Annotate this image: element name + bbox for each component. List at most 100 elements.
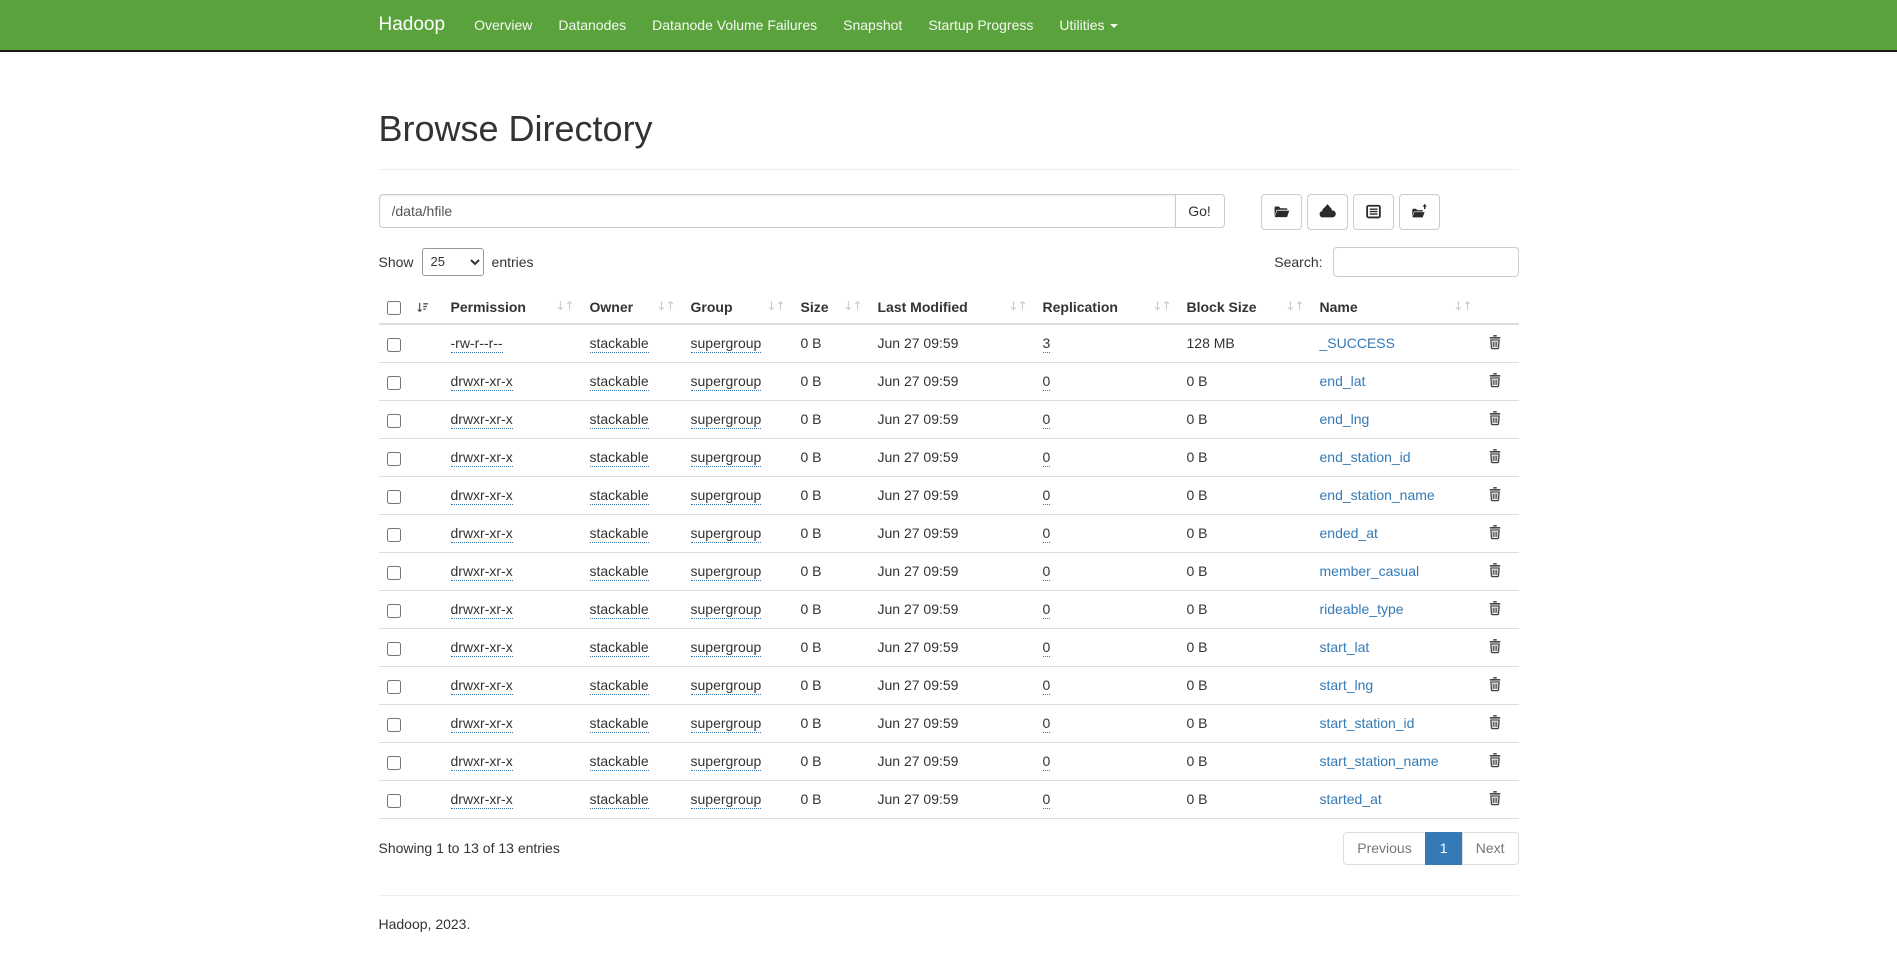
delete-button[interactable] <box>1488 638 1502 654</box>
file-name-link[interactable]: end_lng <box>1320 411 1370 427</box>
row-checkbox[interactable] <box>387 376 401 390</box>
pagination-previous-button[interactable]: Previous <box>1343 832 1425 865</box>
owner-value[interactable]: stackable <box>590 791 649 809</box>
replication-value[interactable]: 0 <box>1043 601 1051 619</box>
group-value[interactable]: supergroup <box>691 335 762 353</box>
row-checkbox[interactable] <box>387 642 401 656</box>
delete-button[interactable] <box>1488 524 1502 540</box>
go-button[interactable]: Go! <box>1175 194 1225 228</box>
column-header-owner[interactable]: Owner↓↑ <box>582 291 683 324</box>
column-header-replication[interactable]: Replication↓↑ <box>1035 291 1179 324</box>
delete-button[interactable] <box>1488 752 1502 768</box>
file-name-link[interactable]: started_at <box>1320 791 1382 807</box>
delete-button[interactable] <box>1488 372 1502 388</box>
delete-button[interactable] <box>1488 600 1502 616</box>
column-header-name[interactable]: Name↓↑ <box>1312 291 1480 324</box>
replication-value[interactable]: 0 <box>1043 677 1051 695</box>
file-name-link[interactable]: start_station_id <box>1320 715 1415 731</box>
replication-value[interactable]: 0 <box>1043 487 1051 505</box>
row-checkbox[interactable] <box>387 718 401 732</box>
select-all-checkbox[interactable] <box>387 301 401 315</box>
delete-button[interactable] <box>1488 410 1502 426</box>
file-name-link[interactable]: start_lat <box>1320 639 1370 655</box>
column-header-group[interactable]: Group↓↑ <box>683 291 793 324</box>
replication-value[interactable]: 0 <box>1043 449 1051 467</box>
owner-value[interactable]: stackable <box>590 753 649 771</box>
permission-value[interactable]: drwxr-xr-x <box>451 411 513 429</box>
delete-button[interactable] <box>1488 448 1502 464</box>
nav-item-snapshot[interactable]: Snapshot <box>830 1 915 49</box>
replication-value[interactable]: 0 <box>1043 373 1051 391</box>
owner-value[interactable]: stackable <box>590 715 649 733</box>
create-directory-button[interactable] <box>1261 194 1302 230</box>
permission-value[interactable]: drwxr-xr-x <box>451 373 513 391</box>
row-checkbox[interactable] <box>387 528 401 542</box>
group-value[interactable]: supergroup <box>691 715 762 733</box>
nav-item-datanode-volume-failures[interactable]: Datanode Volume Failures <box>639 1 830 49</box>
permission-value[interactable]: drwxr-xr-x <box>451 639 513 657</box>
pagination-next-button[interactable]: Next <box>1462 832 1519 865</box>
delete-button[interactable] <box>1488 790 1502 806</box>
nav-item-datanodes[interactable]: Datanodes <box>545 1 639 49</box>
permission-value[interactable]: drwxr-xr-x <box>451 449 513 467</box>
replication-value[interactable]: 3 <box>1043 335 1051 353</box>
permission-value[interactable]: drwxr-xr-x <box>451 791 513 809</box>
row-checkbox[interactable] <box>387 756 401 770</box>
permission-value[interactable]: drwxr-xr-x <box>451 601 513 619</box>
file-name-link[interactable]: end_station_name <box>1320 487 1435 503</box>
row-checkbox[interactable] <box>387 794 401 808</box>
group-value[interactable]: supergroup <box>691 487 762 505</box>
file-name-link[interactable]: ended_at <box>1320 525 1378 541</box>
file-name-link[interactable]: start_station_name <box>1320 753 1439 769</box>
upload-files-button[interactable] <box>1307 194 1348 230</box>
permission-value[interactable]: -rw-r--r-- <box>451 335 503 353</box>
permission-value[interactable]: drwxr-xr-x <box>451 487 513 505</box>
row-checkbox[interactable] <box>387 452 401 466</box>
nav-item-utilities-dropdown[interactable]: Utilities <box>1046 1 1130 49</box>
owner-value[interactable]: stackable <box>590 449 649 467</box>
row-checkbox[interactable] <box>387 490 401 504</box>
group-value[interactable]: supergroup <box>691 525 762 543</box>
group-value[interactable]: supergroup <box>691 677 762 695</box>
delete-button[interactable] <box>1488 676 1502 692</box>
replication-value[interactable]: 0 <box>1043 525 1051 543</box>
delete-button[interactable] <box>1488 334 1502 350</box>
owner-value[interactable]: stackable <box>590 639 649 657</box>
paste-button[interactable] <box>1353 194 1394 230</box>
select-all-header[interactable] <box>379 291 443 324</box>
delete-button[interactable] <box>1488 714 1502 730</box>
replication-value[interactable]: 0 <box>1043 639 1051 657</box>
owner-value[interactable]: stackable <box>590 373 649 391</box>
file-name-link[interactable]: end_station_id <box>1320 449 1411 465</box>
delete-button[interactable] <box>1488 562 1502 578</box>
group-value[interactable]: supergroup <box>691 449 762 467</box>
search-input[interactable] <box>1333 247 1519 277</box>
row-checkbox[interactable] <box>387 604 401 618</box>
group-value[interactable]: supergroup <box>691 753 762 771</box>
column-header-size[interactable]: Size↓↑ <box>793 291 870 324</box>
group-value[interactable]: supergroup <box>691 563 762 581</box>
group-value[interactable]: supergroup <box>691 639 762 657</box>
owner-value[interactable]: stackable <box>590 335 649 353</box>
row-checkbox[interactable] <box>387 566 401 580</box>
owner-value[interactable]: stackable <box>590 487 649 505</box>
file-name-link[interactable]: rideable_type <box>1320 601 1404 617</box>
column-header-last-modified[interactable]: Last Modified↓↑ <box>870 291 1035 324</box>
replication-value[interactable]: 0 <box>1043 715 1051 733</box>
owner-value[interactable]: stackable <box>590 677 649 695</box>
group-value[interactable]: supergroup <box>691 411 762 429</box>
entries-per-page-select[interactable]: 25 <box>422 248 484 276</box>
brand-link[interactable]: Hadoop <box>379 14 446 36</box>
owner-value[interactable]: stackable <box>590 525 649 543</box>
pagination-page-1-button[interactable]: 1 <box>1425 832 1463 865</box>
group-value[interactable]: supergroup <box>691 373 762 391</box>
replication-value[interactable]: 0 <box>1043 753 1051 771</box>
permission-value[interactable]: drwxr-xr-x <box>451 677 513 695</box>
group-value[interactable]: supergroup <box>691 601 762 619</box>
replication-value[interactable]: 0 <box>1043 791 1051 809</box>
nav-item-startup-progress[interactable]: Startup Progress <box>915 1 1046 49</box>
file-name-link[interactable]: member_casual <box>1320 563 1420 579</box>
file-name-link[interactable]: _SUCCESS <box>1320 335 1395 351</box>
directory-path-input[interactable] <box>379 194 1175 228</box>
file-name-link[interactable]: start_lng <box>1320 677 1374 693</box>
